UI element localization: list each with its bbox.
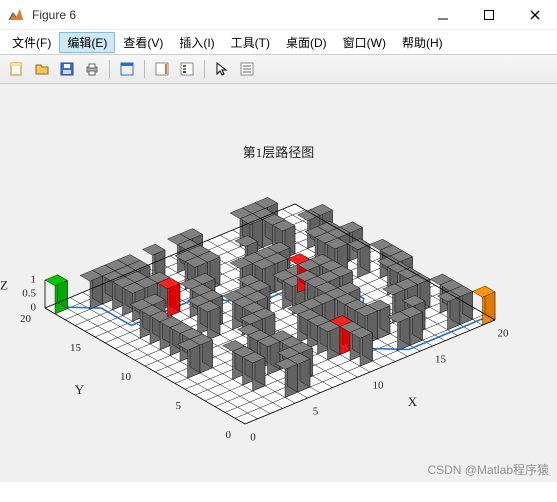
save-icon[interactable] <box>56 58 78 80</box>
menu-help[interactable]: 帮助(H) <box>394 32 451 53</box>
menu-view[interactable]: 查看(V) <box>115 32 171 53</box>
pointer-icon[interactable] <box>211 58 233 80</box>
svg-text:0: 0 <box>250 432 256 444</box>
svg-text:5: 5 <box>176 400 182 412</box>
toolbar <box>0 54 557 84</box>
edit-plot-icon[interactable] <box>116 58 138 80</box>
toolbar-separator <box>109 60 110 78</box>
svg-text:15: 15 <box>70 342 82 354</box>
menubar: 文件(F) 编辑(E) 查看(V) 插入(I) 工具(T) 桌面(D) 窗口(W… <box>0 30 557 54</box>
svg-text:10: 10 <box>373 380 385 392</box>
open-icon[interactable] <box>31 58 53 80</box>
menu-file[interactable]: 文件(F) <box>4 32 59 53</box>
svg-text:0.5: 0.5 <box>22 287 36 299</box>
svg-text:20: 20 <box>20 313 32 325</box>
insert-colorbar-icon[interactable] <box>151 58 173 80</box>
new-figure-icon[interactable] <box>6 58 28 80</box>
svg-text:5: 5 <box>313 406 319 418</box>
window-title: Figure 6 <box>32 8 429 22</box>
svg-text:10: 10 <box>120 371 132 383</box>
svg-text:1: 1 <box>31 273 37 285</box>
data-cursor-icon[interactable] <box>236 58 258 80</box>
plot-canvas: 051015200510152000.51XYZ <box>0 84 557 482</box>
svg-text:Y: Y <box>75 382 85 397</box>
menu-desktop[interactable]: 桌面(D) <box>278 32 335 53</box>
titlebar: Figure 6 <box>0 0 557 30</box>
insert-legend-icon[interactable] <box>176 58 198 80</box>
watermark: CSDN @Matlab程序猿 <box>427 461 549 478</box>
close-button[interactable] <box>521 5 549 25</box>
figure-axes[interactable]: 第1层路径图 051015200510152000.51XYZ CSDN @Ma… <box>0 84 557 482</box>
menu-insert[interactable]: 插入(I) <box>171 32 222 53</box>
menu-edit[interactable]: 编辑(E) <box>59 32 115 53</box>
matlab-figure-icon <box>8 7 24 23</box>
window-controls <box>429 5 549 25</box>
menu-window[interactable]: 窗口(W) <box>335 32 394 53</box>
svg-text:15: 15 <box>435 354 447 366</box>
svg-text:0: 0 <box>31 301 37 313</box>
menu-tools[interactable]: 工具(T) <box>223 32 278 53</box>
maximize-button[interactable] <box>475 5 503 25</box>
toolbar-separator <box>204 60 205 78</box>
svg-text:X: X <box>408 394 418 409</box>
minimize-button[interactable] <box>429 5 457 25</box>
svg-text:20: 20 <box>498 328 510 340</box>
svg-text:0: 0 <box>226 429 232 441</box>
print-icon[interactable] <box>81 58 103 80</box>
svg-text:Z: Z <box>0 277 8 292</box>
toolbar-separator <box>144 60 145 78</box>
